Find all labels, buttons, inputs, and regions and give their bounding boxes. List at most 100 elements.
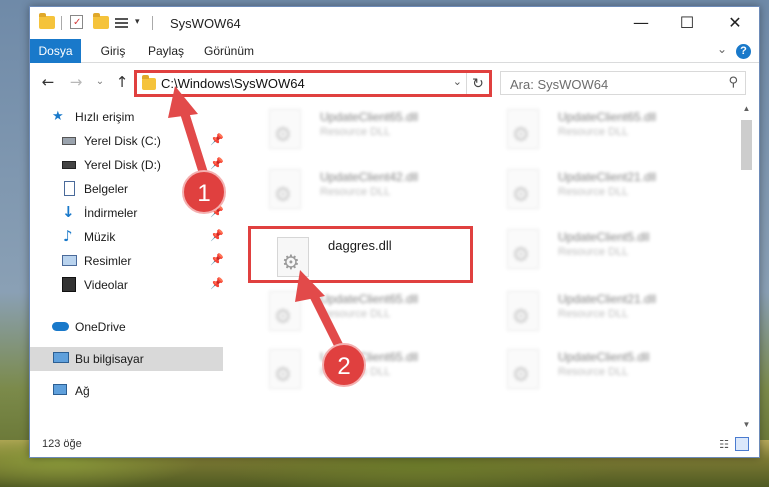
file-item[interactable]: ⚙ UpdateClient65.dll Resource DLL [249,102,469,154]
maximize-button[interactable]: ☐ [664,7,710,37]
properties-icon[interactable]: ✓ [70,15,83,29]
folder-icon [39,13,55,30]
file-type: Resource DLL [320,186,391,198]
dll-file-icon: ⚙ [269,109,301,149]
scroll-thumb[interactable] [741,120,752,170]
nav-label: Müzik [84,230,116,244]
nav-network[interactable]: Ağ [30,379,223,403]
file-item[interactable]: ⚙ UpdateClient5.dll Resource DLL [487,342,707,394]
tab-home[interactable]: Giriş [92,39,134,63]
drive-icon [62,137,76,145]
nav-label: Resimler [84,254,132,268]
dll-file-icon: ⚙ [507,229,539,269]
help-icon[interactable]: ? [736,44,751,59]
nav-label: OneDrive [75,320,126,334]
details-view-icon[interactable]: ☷ [719,438,729,451]
step-2-badge: 2 [322,343,366,387]
nav-item-music[interactable]: ♪ Müzik 📌 [30,225,224,249]
file-name: UpdateClient21.dll [558,170,657,184]
file-explorer-window: ✓ ▾ SysWOW64 — ☐ ✕ Dosya Giriş Paylaş Gö… [29,6,760,458]
minimize-button[interactable]: — [618,7,664,37]
nav-this-pc[interactable]: Bu bilgisayar [30,347,223,371]
file-item[interactable]: ⚙ UpdateClient21.dll Resource DLL [487,284,707,336]
file-item[interactable]: ⚙ UpdateClient65.dll Resource DLL [249,284,469,336]
file-item[interactable]: ⚙ UpdateClient5.dll Resource DLL [487,222,707,274]
network-icon [53,384,67,395]
nav-item-pictures[interactable]: Resimler 📌 [30,249,224,273]
nav-label: Ağ [75,384,90,398]
file-name: UpdateClient21.dll [558,292,657,306]
up-button[interactable]: ↑ [112,72,132,92]
computer-icon [53,352,69,363]
search-placeholder[interactable]: Ara: SysWOW64 [510,77,608,92]
cloud-icon [52,322,69,331]
ribbon-tabs: Dosya Giriş Paylaş Görünüm ⌄ ? [30,39,759,63]
window-title: SysWOW64 [170,16,241,31]
tab-view[interactable]: Görünüm [201,39,257,63]
file-type: Resource DLL [558,126,629,138]
file-name: UpdateClient65.dll [320,110,419,124]
file-type: Resource DLL [320,126,391,138]
expand-ribbon-icon[interactable]: ⌄ [717,42,727,56]
status-bar: 123 öğe ☷ [30,434,759,457]
address-dropdown-icon[interactable]: ⌄ [453,75,462,88]
file-name: UpdateClient5.dll [558,350,650,364]
back-button[interactable]: ← [38,72,58,92]
folder-icon [142,75,156,90]
nav-label: Belgeler [84,182,129,196]
quick-access-dropdown-icon[interactable]: ▾ [135,16,151,32]
file-item[interactable]: ⚙ UpdateClient65.dll Resource DLL [487,102,707,154]
drive-icon [62,161,76,169]
tab-file[interactable]: Dosya [30,39,81,63]
nav-label: Hızlı erişim [75,110,135,124]
file-type: Resource DLL [558,186,629,198]
pin-icon: 📌 [210,157,224,170]
nav-quick-access[interactable]: ★ Hızlı erişim [30,105,223,129]
file-name: UpdateClient42.dll [320,170,419,184]
pin-icon: 📌 [210,253,224,266]
file-item-daggres[interactable]: ⚙ daggres.dll [257,229,477,281]
music-icon: ♪ [63,227,73,245]
file-type: Resource DLL [558,246,629,258]
close-button[interactable]: ✕ [712,7,758,37]
dll-file-icon: ⚙ [507,109,539,149]
large-icons-view-icon[interactable] [735,437,749,451]
nav-label: İndirmeler [84,206,138,220]
new-folder-icon[interactable] [93,13,109,30]
nav-label: Bu bilgisayar [75,352,144,366]
scroll-down-icon[interactable]: ▼ [741,420,752,429]
file-list: ⚙ UpdateClient65.dll Resource DLL ⚙ Upda… [226,100,738,432]
pictures-icon [62,255,77,266]
vertical-scrollbar[interactable]: ▲ ▼ [738,100,755,432]
step-1-badge: 1 [182,170,226,214]
dll-file-icon: ⚙ [277,237,309,277]
dll-file-icon: ⚙ [269,291,301,331]
nav-item-videos[interactable]: Videolar 📌 [30,273,224,297]
file-name: daggres.dll [328,238,392,253]
file-item[interactable]: ⚙ UpdateClient21.dll Resource DLL [487,162,707,214]
video-icon [62,277,76,292]
nav-item-local-disk-c[interactable]: Yerel Disk (C:) 📌 [30,129,224,153]
download-icon: ↓ [62,203,75,221]
file-item[interactable]: ⚙ UpdateClient42.dll Resource DLL [249,162,469,214]
address-bar[interactable]: C:\Windows\SysWOW64 ⌄ [135,71,489,95]
dll-file-icon: ⚙ [269,169,301,209]
file-type: Resource DLL [320,308,391,320]
nav-label: Yerel Disk (C:) [84,134,161,148]
search-icon[interactable]: ⚲ [728,75,738,90]
forward-button[interactable]: → [66,72,86,92]
dll-file-icon: ⚙ [507,291,539,331]
recent-locations-button[interactable]: ⌄ [90,72,110,92]
address-path[interactable]: C:\Windows\SysWOW64 [161,76,305,91]
nav-label: Yerel Disk (D:) [84,158,161,172]
nav-onedrive[interactable]: OneDrive [30,315,223,339]
search-box[interactable]: Ara: SysWOW64 ⚲ [500,71,746,95]
scroll-up-icon[interactable]: ▲ [741,104,752,113]
dll-file-icon: ⚙ [269,349,301,389]
divider [152,16,153,30]
customize-quick-access-icon[interactable] [115,15,131,31]
tab-share[interactable]: Paylaş [143,39,189,63]
refresh-button[interactable]: ↻ [466,71,490,95]
pin-icon: 📌 [210,229,224,242]
navigation-pane: ★ Hızlı erişim Yerel Disk (C:) 📌 Yerel D… [30,105,226,430]
